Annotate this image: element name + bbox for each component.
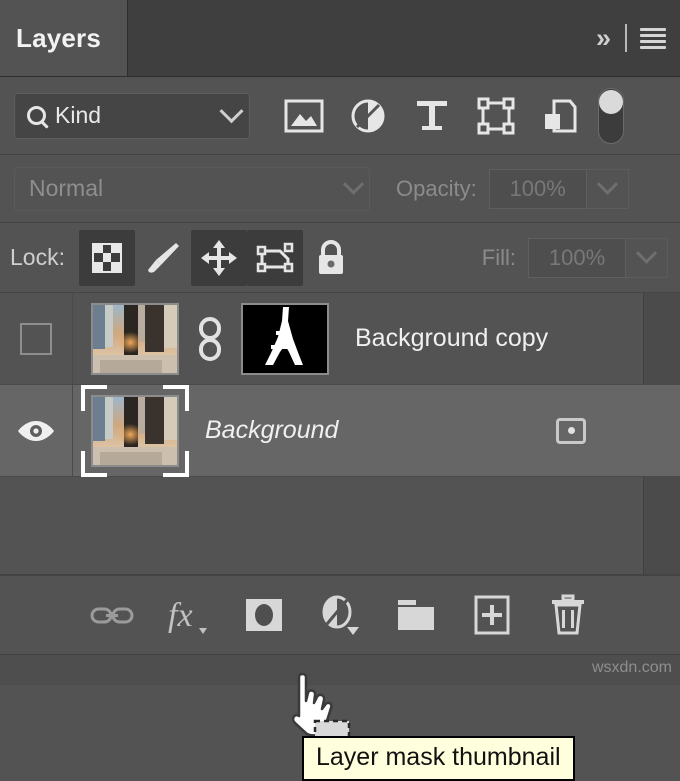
layers-panel: Layers » Kind Normal Opacity: 100% Lock:… [0, 0, 680, 781]
layer-filter-bar: Kind [0, 77, 680, 155]
layer-visibility-toggle-0[interactable] [0, 293, 73, 384]
layers-bottom-toolbar: fx [0, 574, 680, 654]
lock-label: Lock: [10, 244, 65, 270]
lock-transparent-pixels[interactable] [78, 229, 135, 286]
blend-mode-value: Normal [29, 175, 104, 201]
header-divider [625, 24, 627, 52]
filter-type-icons [272, 87, 624, 144]
folder-icon [398, 600, 434, 630]
toggle-knob [599, 89, 623, 114]
checkerboard-icon [91, 242, 122, 273]
delete-layer-button[interactable] [535, 584, 601, 646]
lock-badge-icon [556, 417, 586, 444]
new-layer-button[interactable] [459, 584, 525, 646]
filter-kind-value: Kind [55, 102, 102, 128]
blend-mode-dropdown[interactable]: Normal [14, 166, 370, 211]
magnifier-icon [27, 106, 46, 125]
link-chain-icon[interactable] [195, 316, 225, 362]
panel-header-controls: » [596, 0, 666, 76]
type-layers-filter[interactable] [400, 88, 464, 144]
shape-layers-filter[interactable] [464, 88, 528, 144]
padlock-icon [318, 239, 343, 274]
move-arrows-icon [200, 239, 237, 276]
lock-position[interactable] [190, 229, 247, 286]
tab-layers-label: Layers [16, 22, 102, 53]
chevron-down-icon [596, 173, 618, 195]
fx-icon: fx [168, 597, 207, 634]
add-layer-mask-button[interactable] [231, 584, 297, 646]
lock-image-pixels[interactable] [135, 230, 191, 286]
fill-input[interactable]: 100% [528, 237, 626, 278]
link-layers-button[interactable] [79, 584, 145, 646]
plus-page-icon [474, 595, 510, 635]
layer-thumbnail-1[interactable] [81, 384, 189, 477]
tooltip-text: Layer mask thumbnail [316, 743, 561, 771]
lock-bar: Lock: Fill: 100% [0, 223, 680, 293]
trash-icon [552, 594, 584, 635]
half-circle-icon [322, 595, 359, 635]
panel-tab-bar: Layers » [0, 0, 680, 77]
layer-thumbnail-0[interactable] [91, 302, 179, 375]
artboard-icon [256, 242, 294, 272]
adjustment-layers-filter[interactable] [336, 88, 400, 144]
opacity-label: Opacity: [396, 175, 477, 201]
layer-style-button[interactable]: fx [155, 584, 221, 646]
mask-icon [246, 599, 282, 631]
layer-name-1[interactable]: Background [205, 416, 338, 445]
pixel-layers-filter[interactable] [272, 88, 336, 144]
opacity-stepper-caret[interactable] [586, 168, 629, 209]
smart-object-filter[interactable] [528, 88, 592, 144]
layer-name-0[interactable]: Background copy [355, 324, 548, 353]
watermark: wsxdn.com [591, 659, 672, 676]
blend-opacity-bar: Normal Opacity: 100% [0, 155, 680, 223]
hamburger-menu-icon[interactable] [640, 27, 666, 49]
tab-layers[interactable]: Layers [0, 0, 128, 76]
lock-all[interactable] [303, 230, 359, 286]
empty-checkbox-icon [20, 322, 52, 355]
layer-image-thumbnail [91, 394, 179, 467]
chevron-down-icon [635, 242, 658, 264]
fill-label: Fill: [481, 244, 516, 270]
table-row[interactable]: Background copy [0, 293, 680, 385]
layer-list: Background copy Background Layer mask th… [0, 293, 680, 781]
link-icon [90, 607, 134, 624]
lock-artboard-nesting[interactable] [246, 229, 303, 286]
layer-visibility-toggle-1[interactable] [0, 385, 73, 476]
svg-text:fx: fx [168, 597, 193, 634]
opacity-input[interactable]: 100% [488, 168, 587, 209]
chevron-down-icon [219, 99, 244, 124]
tooltip: Layer mask thumbnail [302, 736, 575, 781]
double-chevron-right-icon[interactable]: » [596, 24, 612, 52]
filter-kind-dropdown[interactable]: Kind [14, 92, 250, 139]
fill-stepper-caret[interactable] [626, 237, 668, 278]
filter-enable-toggle[interactable] [598, 87, 624, 144]
chevron-down-icon [342, 173, 365, 195]
layer-mask-thumbnail[interactable] [241, 302, 329, 375]
layer-image-thumbnail [91, 302, 179, 375]
new-group-button[interactable] [383, 584, 449, 646]
brush-icon [147, 242, 179, 273]
eye-icon [16, 419, 56, 443]
table-row[interactable]: Background [0, 384, 680, 477]
new-adjustment-layer-button[interactable] [307, 584, 373, 646]
